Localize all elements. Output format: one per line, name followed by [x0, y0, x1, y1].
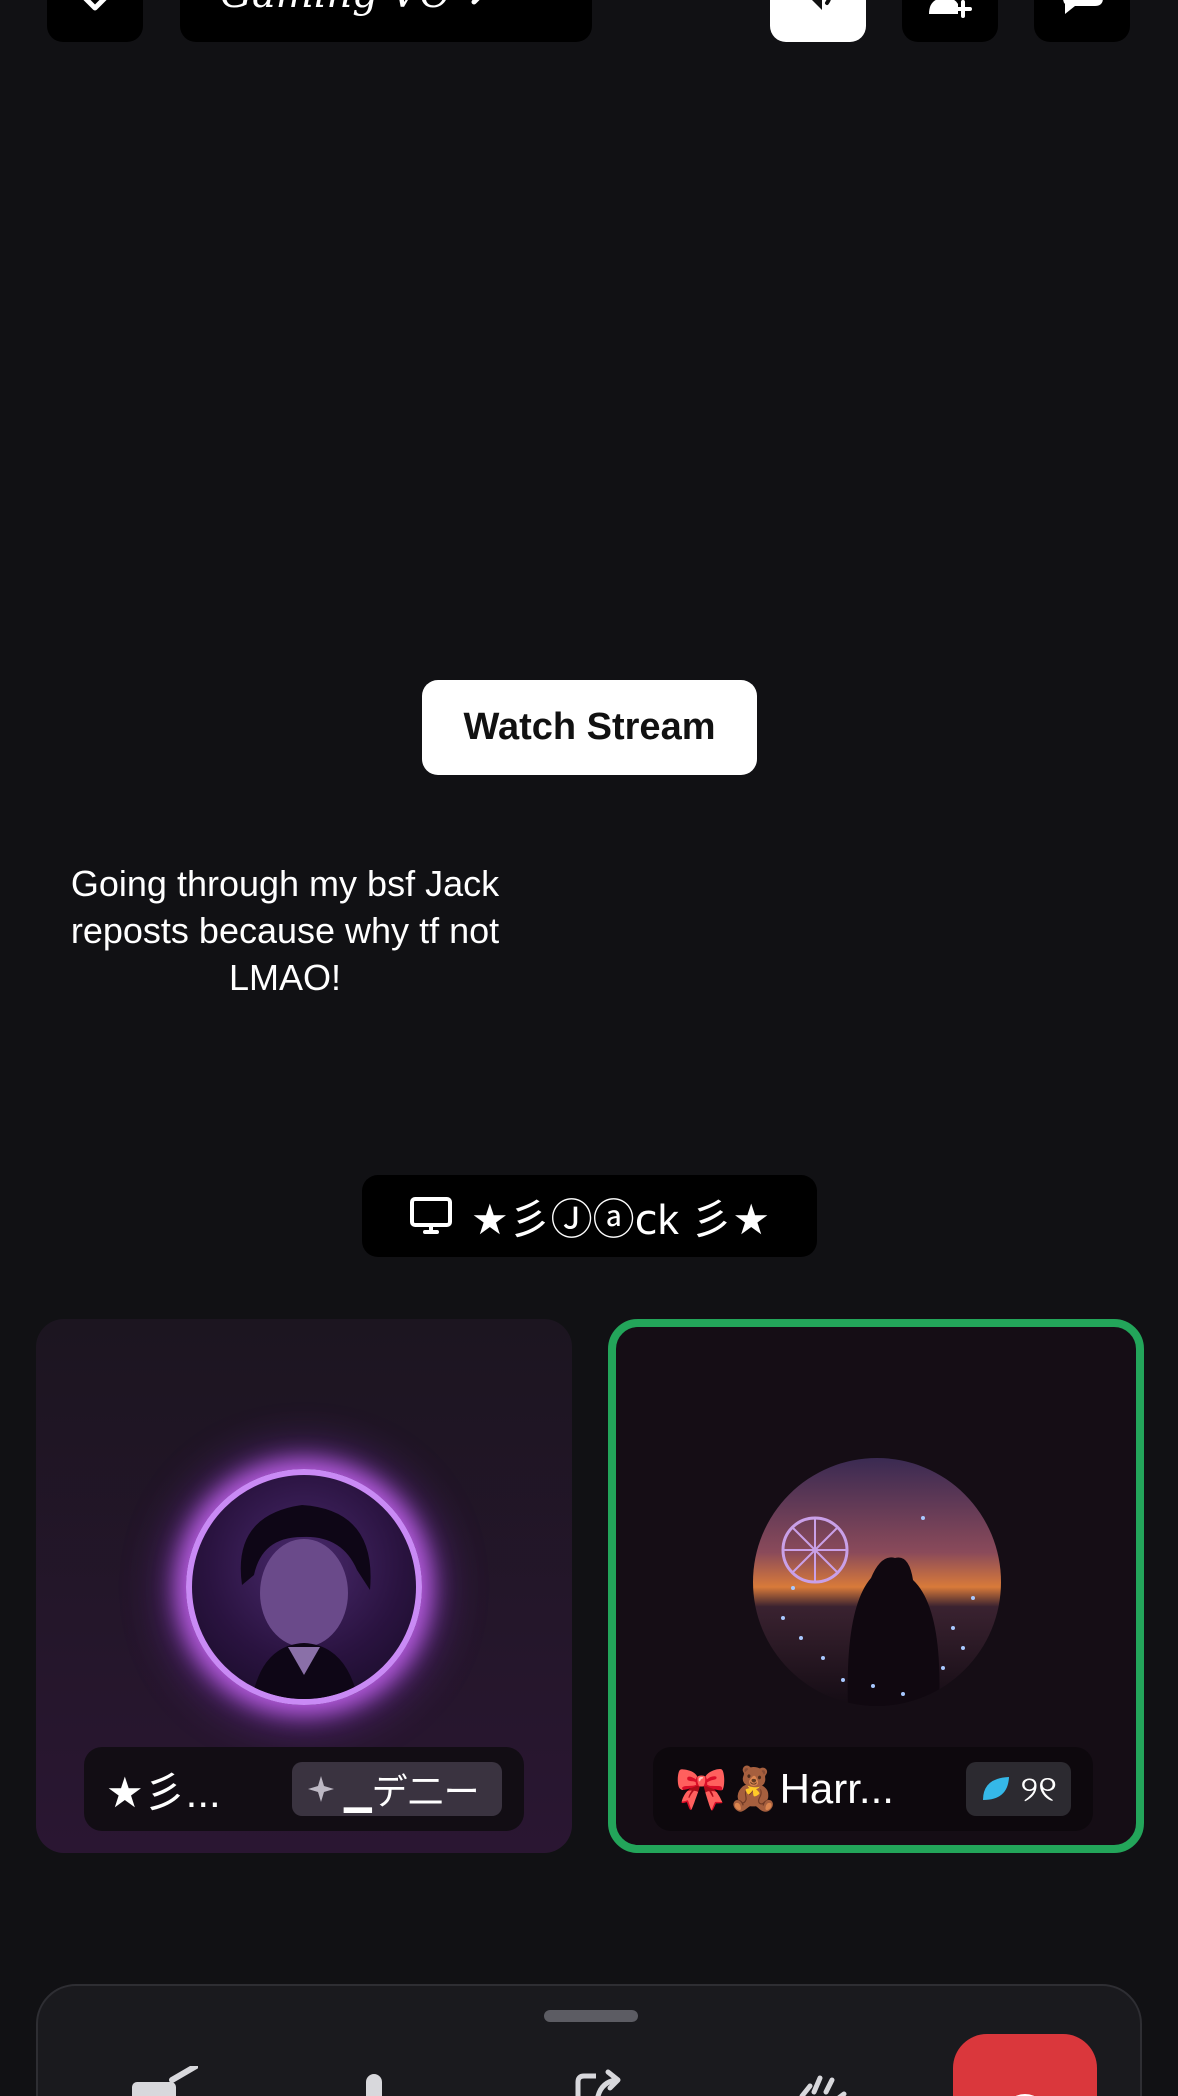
avatar	[186, 1469, 422, 1705]
participant-tile[interactable]: ★彡... ▁デ二ー	[36, 1319, 572, 1853]
microphone-button[interactable]	[334, 2066, 414, 2096]
chevron-down-icon	[83, 0, 107, 11]
participant-name: 🎀🧸Harr...	[675, 1764, 894, 1812]
avatar	[753, 1458, 1001, 1706]
invite-button[interactable]	[902, 0, 998, 42]
watch-stream-button[interactable]: Watch Stream	[422, 680, 757, 775]
camera-off-icon	[132, 2066, 198, 2096]
chat-bubble-icon	[1063, 0, 1103, 14]
activity-button[interactable]	[778, 2066, 858, 2096]
speaker-button[interactable]	[770, 0, 866, 42]
sparkle-icon	[308, 1776, 334, 1802]
activity-icon	[799, 2075, 847, 2096]
guild-tag-badge: ୨୧	[966, 1762, 1071, 1816]
sheet-drag-handle[interactable]	[544, 2010, 638, 2022]
end-call-icon	[1015, 2094, 1035, 2096]
avatar-sunset-scene	[781, 1516, 975, 1706]
monitor-icon	[409, 1197, 452, 1234]
leaf-icon	[983, 1777, 1010, 1800]
channel-title: Gaming VC	[220, 0, 450, 17]
back-button[interactable]	[47, 0, 143, 42]
add-user-icon	[929, 0, 972, 18]
chevron-right-icon	[471, 0, 480, 5]
guild-tag: ▁デ二ー	[344, 1771, 480, 1812]
microphone-icon	[366, 2074, 382, 2096]
voice-channel-screen: Gaming VC Watch Stream Going through my …	[0, 0, 1178, 2096]
stream-title: Going through my bsf Jack reposts becaus…	[70, 863, 500, 998]
guild-tag: ୨୧	[1020, 1767, 1057, 1809]
camera-button[interactable]	[122, 2066, 202, 2096]
participant-name-pill: 🎀🧸Harr... ୨୧	[653, 1747, 1093, 1831]
speaker-icon	[804, 0, 831, 10]
avatar-portrait	[240, 1505, 371, 1699]
chat-button[interactable]	[1034, 0, 1130, 42]
guild-tag-badge: ▁デ二ー	[292, 1762, 502, 1816]
call-controls-sheet	[36, 1984, 1142, 2096]
screen-share-button[interactable]	[558, 2066, 638, 2096]
participant-name-pill: ★彡... ▁デ二ー	[84, 1747, 524, 1831]
screen-share-icon	[575, 2069, 621, 2096]
participant-name: ★彡...	[106, 1768, 221, 1816]
streamer-tag[interactable]: ★彡Ⓙⓐⅽk 彡★	[362, 1175, 817, 1257]
end-call-button[interactable]	[953, 2034, 1097, 2096]
streamer-name: ★彡Ⓙⓐⅽk 彡★	[470, 1195, 771, 1243]
channel-title-button[interactable]: Gaming VC	[180, 0, 592, 42]
participant-tile-speaking[interactable]: 🎀🧸Harr... ୨୧	[608, 1319, 1144, 1853]
